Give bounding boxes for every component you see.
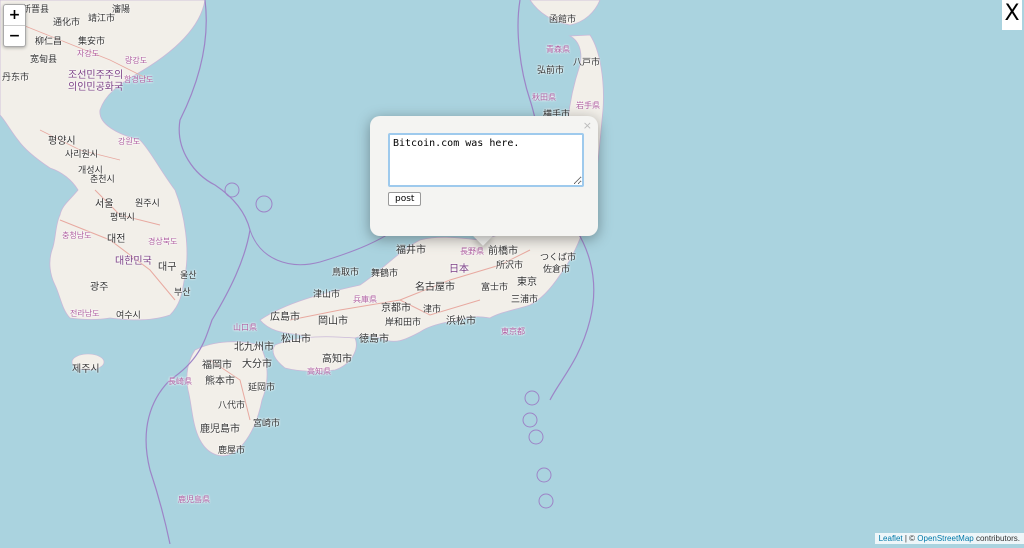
popup-close-button[interactable]: ×	[583, 119, 592, 132]
map-label: 제주시	[72, 364, 100, 375]
map-label: 岩手県	[576, 101, 600, 110]
map-label: 佐倉市	[543, 265, 571, 275]
map-label: 高知県	[307, 367, 331, 376]
map-label: 八代市	[218, 401, 246, 411]
map-label: 량강도	[125, 56, 148, 65]
map-label: 青森県	[546, 45, 570, 54]
map-label: 丹东市	[2, 73, 30, 83]
leaflet-link[interactable]: Leaflet	[879, 534, 903, 543]
map-label: 宽甸县	[30, 55, 58, 65]
map-label: 津山市	[313, 290, 341, 300]
island	[522, 412, 538, 428]
map-label: 三浦市	[511, 295, 539, 305]
popup: × Bitcoin.com was here. post	[370, 116, 598, 236]
island	[528, 429, 544, 445]
map-label: 의인민공화국	[68, 82, 124, 93]
map-label: 北九州市	[234, 342, 274, 353]
map-label: 鳥取市	[332, 268, 360, 278]
zoom-control: + −	[3, 4, 26, 47]
map-label: 여수시	[116, 311, 141, 321]
map-label: 강원도	[118, 137, 141, 146]
map-label: 춘천시	[90, 175, 115, 185]
map-label: 熊本市	[205, 376, 235, 387]
map-label: 長野県	[460, 247, 484, 256]
map-label: 전라남도	[70, 309, 100, 318]
map-label: 대전	[107, 234, 126, 245]
post-button[interactable]: post	[388, 192, 422, 206]
island	[536, 467, 552, 483]
island	[255, 195, 273, 213]
map-label: つくば市	[540, 253, 577, 263]
map-label: 徳島市	[359, 334, 389, 345]
map-label: 函館市	[549, 15, 577, 25]
map-label: 山口県	[233, 323, 257, 332]
map-label: 兵庫県	[353, 295, 377, 304]
attribution-separator: | ©	[902, 534, 918, 543]
map-label: 대구	[158, 262, 177, 273]
map-label: 集安市	[78, 37, 106, 47]
map-label: 東京	[517, 277, 537, 288]
map-label: 大分市	[242, 359, 272, 370]
map-label: 高知市	[322, 354, 352, 365]
map-label: 長崎県	[168, 377, 192, 386]
message-textarea[interactable]: Bitcoin.com was here.	[388, 133, 584, 187]
map-label: 평택시	[110, 213, 135, 223]
map-label: 新晋县	[22, 5, 50, 15]
map-tiles	[0, 0, 1024, 545]
map-label: 浜松市	[446, 316, 476, 327]
zoom-in-button[interactable]: +	[4, 5, 25, 25]
osm-link[interactable]: OpenStreetMap	[917, 534, 973, 543]
island	[538, 493, 554, 509]
zoom-out-button[interactable]: −	[4, 25, 25, 46]
map-label: 岡山市	[318, 316, 348, 327]
map-label: 사리원시	[65, 150, 99, 160]
map-label: 함경남도	[124, 75, 154, 84]
map-label: 원주시	[135, 199, 160, 209]
island	[524, 390, 540, 406]
map-label: 富士市	[481, 283, 509, 293]
map-label: 通化市	[53, 18, 81, 28]
attribution: Leaflet | © OpenStreetMap contributors.	[874, 533, 1024, 544]
map-label: 평양시	[48, 136, 76, 147]
map-label: 광주	[90, 282, 109, 293]
map-label: 부산	[174, 288, 191, 298]
map-label: 所沢市	[496, 261, 524, 271]
map-label: 秋田県	[532, 93, 556, 102]
map-label: 舞鶴市	[371, 269, 399, 279]
map-label: 충청남도	[62, 231, 92, 240]
map-label: 자강도	[77, 49, 100, 58]
attribution-suffix: contributors.	[973, 534, 1020, 543]
map-label: 福井市	[396, 245, 426, 256]
map-label: 前橋市	[488, 246, 518, 257]
map-label: 鹿屋市	[218, 446, 246, 456]
map-label: 경상북도	[148, 237, 178, 246]
map-label: 鹿児島県	[178, 495, 210, 504]
map-label: 京都市	[381, 303, 411, 314]
map-label: 津市	[423, 305, 442, 315]
map-label: 福岡市	[202, 360, 232, 371]
map-label: 宮崎市	[253, 419, 281, 429]
map-label: 松山市	[281, 334, 311, 345]
map-label: 靖江市	[88, 14, 116, 24]
map-label: 弘前市	[537, 66, 565, 76]
map-label: 東京都	[501, 327, 525, 336]
map-label: 八戸市	[573, 58, 601, 68]
map-label: 岸和田市	[385, 318, 422, 328]
map-canvas[interactable]: 新晋县 通化市 瀋陽 靖江市 柳仁昌 集安市 宽甸县 丹东市 자강도 조선민주주…	[0, 0, 1024, 545]
map-label: 대한민국	[115, 256, 152, 267]
map-label: 日本	[449, 264, 469, 275]
map-label: 울산	[180, 271, 197, 281]
map-label: 鹿児島市	[200, 424, 240, 435]
map-label: 柳仁昌	[35, 37, 63, 47]
close-button[interactable]: X	[1002, 0, 1022, 30]
map-label: 서울	[95, 199, 114, 210]
map-label: 延岡市	[248, 383, 276, 393]
map-label: 広島市	[270, 312, 300, 323]
map-label: 名古屋市	[415, 282, 455, 293]
